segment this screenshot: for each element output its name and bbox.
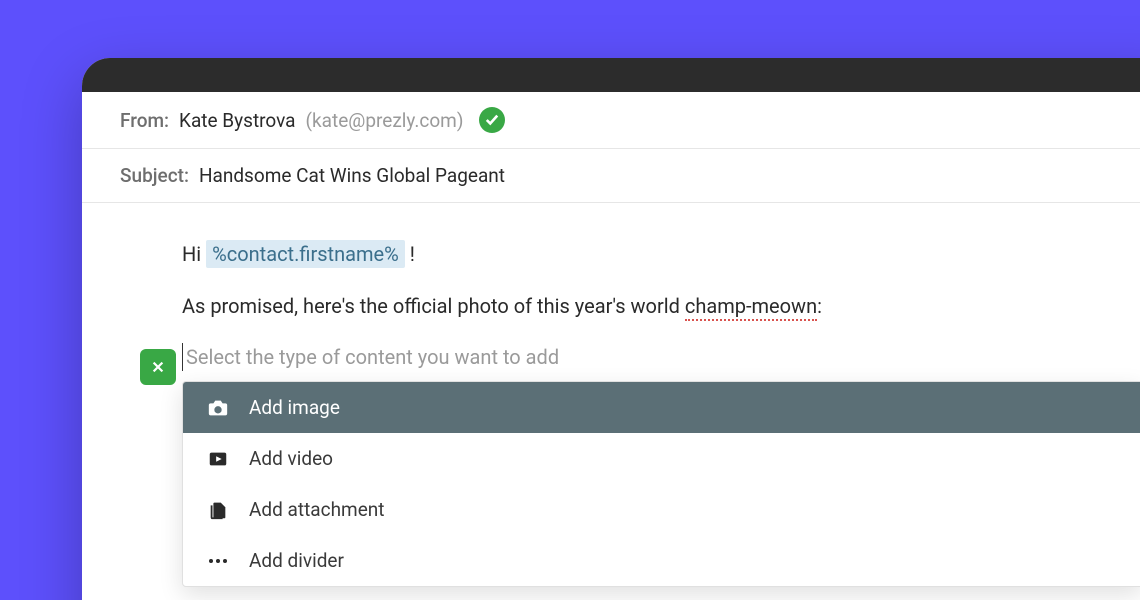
camera-icon bbox=[207, 397, 229, 419]
option-add-divider[interactable]: Add divider bbox=[183, 535, 1140, 586]
from-name: Kate Bystrova bbox=[179, 109, 295, 132]
attachment-icon bbox=[207, 499, 229, 521]
content-type-placeholder: Select the type of content you want to a… bbox=[186, 345, 559, 369]
content-type-dropdown: Add image Add video Add attachment bbox=[182, 381, 1140, 587]
email-body[interactable]: Hi %contact.firstname% ! As promised, he… bbox=[82, 203, 1140, 587]
close-icon bbox=[151, 360, 165, 374]
video-icon bbox=[207, 448, 229, 470]
option-add-image[interactable]: Add image bbox=[183, 382, 1140, 433]
content-type-input[interactable]: Select the type of content you want to a… bbox=[182, 343, 1140, 371]
compose-window: From: Kate Bystrova (kate@prezly.com) Su… bbox=[82, 58, 1140, 600]
page-background: From: Kate Bystrova (kate@prezly.com) Su… bbox=[0, 0, 1140, 600]
greeting-line: Hi %contact.firstname% ! bbox=[182, 239, 1140, 269]
option-add-video[interactable]: Add video bbox=[183, 433, 1140, 484]
from-row: From: Kate Bystrova (kate@prezly.com) bbox=[82, 92, 1140, 149]
option-label: Add video bbox=[249, 447, 333, 470]
spell-error[interactable]: champ-meown bbox=[685, 294, 817, 321]
line2-suffix: : bbox=[817, 294, 822, 318]
close-insert-button[interactable] bbox=[140, 349, 176, 385]
subject-label: Subject: bbox=[120, 164, 189, 187]
option-label: Add divider bbox=[249, 549, 344, 572]
subject-value[interactable]: Handsome Cat Wins Global Pageant bbox=[199, 164, 505, 187]
window-titlebar bbox=[82, 58, 1140, 92]
option-label: Add image bbox=[249, 396, 340, 419]
check-icon bbox=[485, 113, 499, 127]
merge-field-firstname[interactable]: %contact.firstname% bbox=[206, 240, 405, 268]
subject-row: Subject: Handsome Cat Wins Global Pagean… bbox=[82, 149, 1140, 203]
greeting-suffix: ! bbox=[405, 242, 415, 266]
from-label: From: bbox=[120, 109, 169, 132]
from-email: (kate@prezly.com) bbox=[306, 109, 464, 132]
dots-icon bbox=[207, 550, 229, 572]
line2-prefix: As promised, here's the official photo o… bbox=[182, 294, 685, 318]
option-add-attachment[interactable]: Add attachment bbox=[183, 484, 1140, 535]
body-line-2: As promised, here's the official photo o… bbox=[182, 291, 1140, 321]
option-label: Add attachment bbox=[249, 498, 385, 521]
verified-badge bbox=[479, 107, 505, 133]
greeting-prefix: Hi bbox=[182, 242, 206, 266]
